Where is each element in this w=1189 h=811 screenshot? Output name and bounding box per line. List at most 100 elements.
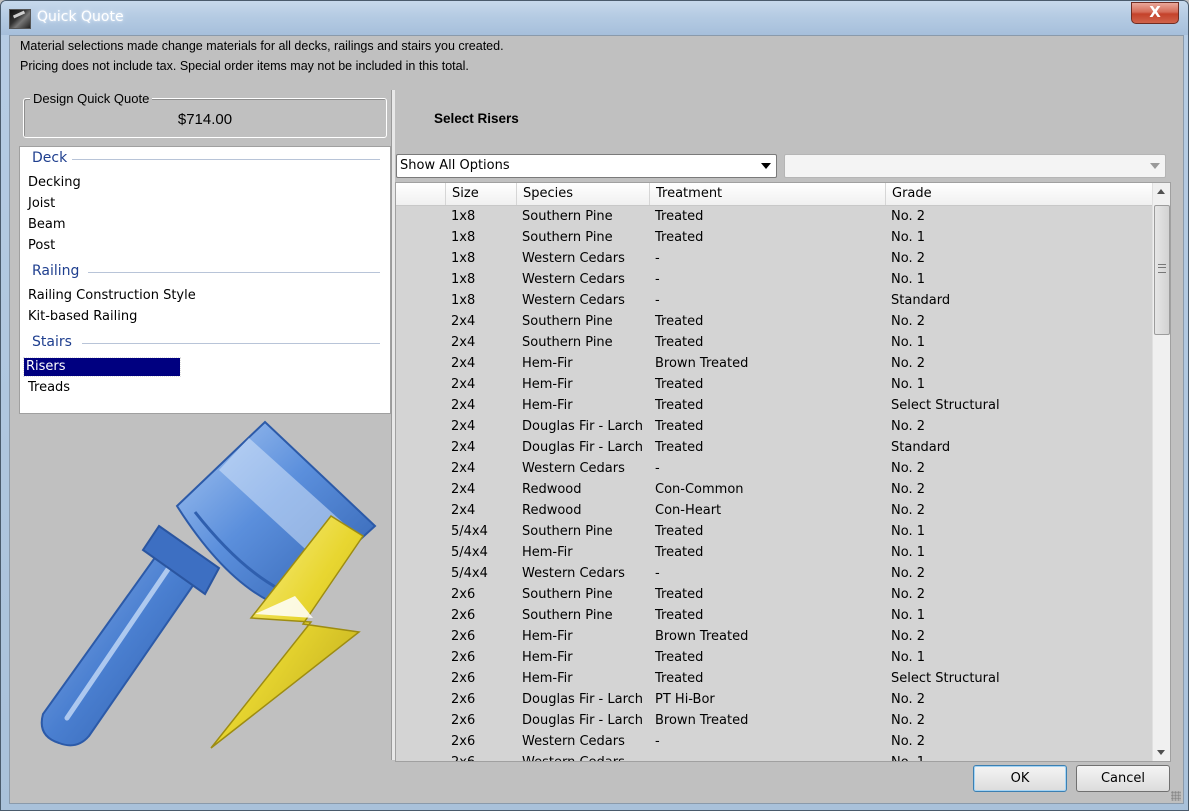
cell-treatment: - <box>655 293 660 308</box>
cell-species: Western Cedars <box>522 461 625 476</box>
nav-header-stairs: Stairs <box>32 334 72 350</box>
vertical-scrollbar[interactable] <box>1152 183 1170 761</box>
cell-grade: No. 1 <box>891 752 925 761</box>
filter-dropdown[interactable]: Show All Options <box>396 154 777 178</box>
grid-header: Size Species Treatment Grade <box>396 183 1153 206</box>
chevron-down-icon <box>1150 163 1160 169</box>
table-row[interactable]: 2x4 Hem-Fir Treated No. 1 <box>396 374 1153 395</box>
table-row[interactable]: 5/4x4 Southern Pine Treated No. 1 <box>396 521 1153 542</box>
cell-species: Hem-Fir <box>522 545 573 560</box>
table-row[interactable]: 1x8 Western Cedars - No. 2 <box>396 248 1153 269</box>
cell-treatment: Treated <box>655 650 704 665</box>
nav-item-post[interactable]: Post <box>26 237 57 255</box>
cell-species: Hem-Fir <box>522 356 573 371</box>
table-row[interactable]: 2x6 Hem-Fir Treated Select Structural <box>396 668 1153 689</box>
nav-divider <box>88 272 380 273</box>
quote-price: $714.00 <box>177 111 233 128</box>
table-row[interactable]: 2x6 Western Cedars - No. 1 <box>396 752 1153 761</box>
column-header-size[interactable]: Size <box>445 183 516 205</box>
chevron-down-icon <box>761 163 771 169</box>
cell-species: Redwood <box>522 482 582 497</box>
cell-species: Western Cedars <box>522 272 625 287</box>
table-row[interactable]: 2x4 Western Cedars - No. 2 <box>396 458 1153 479</box>
nav-header-deck: Deck <box>32 150 68 166</box>
quick-quote-window: Quick Quote X Material selections made c… <box>0 0 1189 811</box>
cell-grade: No. 2 <box>891 482 925 497</box>
table-row[interactable]: 2x4 Douglas Fir - Larch Treated Standard <box>396 437 1153 458</box>
nav-item-treads[interactable]: Treads <box>26 379 72 397</box>
paint-brush-icon <box>19 418 391 759</box>
cancel-button[interactable]: Cancel <box>1076 765 1170 792</box>
table-row[interactable]: 2x4 Redwood Con-Common No. 2 <box>396 479 1153 500</box>
table-row[interactable]: 5/4x4 Hem-Fir Treated No. 1 <box>396 542 1153 563</box>
table-row[interactable]: 2x6 Douglas Fir - Larch Brown Treated No. 2 <box>396 710 1153 731</box>
scroll-up-icon[interactable] <box>1157 189 1165 194</box>
nav-item-risers[interactable]: Risers <box>23 357 181 377</box>
ok-button[interactable]: OK <box>973 765 1067 792</box>
filter-dropdown-value: Show All Options <box>400 158 510 173</box>
cell-species: Western Cedars <box>522 734 625 749</box>
close-button[interactable]: X <box>1131 2 1179 24</box>
table-row[interactable]: 5/4x4 Western Cedars - No. 2 <box>396 563 1153 584</box>
cell-species: Douglas Fir - Larch <box>522 419 644 434</box>
table-row[interactable]: 2x4 Hem-Fir Brown Treated No. 2 <box>396 353 1153 374</box>
cell-grade: No. 1 <box>891 377 925 392</box>
table-row[interactable]: 2x4 Redwood Con-Heart No. 2 <box>396 500 1153 521</box>
nav-item-railing-construction-style[interactable]: Railing Construction Style <box>26 287 198 305</box>
cell-grade: No. 1 <box>891 272 925 287</box>
table-row[interactable]: 2x4 Southern Pine Treated No. 1 <box>396 332 1153 353</box>
cell-species: Hem-Fir <box>522 377 573 392</box>
table-row[interactable]: 2x4 Douglas Fir - Larch Treated No. 2 <box>396 416 1153 437</box>
cell-grade: No. 2 <box>891 251 925 266</box>
table-row[interactable]: 2x6 Douglas Fir - Larch PT Hi-Bor No. 2 <box>396 689 1153 710</box>
cell-size: 2x6 <box>451 671 476 686</box>
table-row[interactable]: 2x6 Southern Pine Treated No. 1 <box>396 605 1153 626</box>
nav-item-joist[interactable]: Joist <box>26 195 57 213</box>
table-row[interactable]: 1x8 Western Cedars - Standard <box>396 290 1153 311</box>
cell-treatment: PT Hi-Bor <box>655 692 715 707</box>
table-row[interactable]: 1x8 Southern Pine Treated No. 1 <box>396 227 1153 248</box>
cell-species: Southern Pine <box>522 608 613 623</box>
cell-species: Western Cedars <box>522 293 625 308</box>
cell-species: Southern Pine <box>522 587 613 602</box>
nav-item-beam[interactable]: Beam <box>26 216 68 234</box>
table-row[interactable]: 2x6 Hem-Fir Treated No. 1 <box>396 647 1153 668</box>
scrollbar-thumb[interactable] <box>1154 205 1170 335</box>
scroll-down-icon[interactable] <box>1157 750 1165 755</box>
title-bar[interactable]: Quick Quote X <box>1 1 1188 35</box>
column-header-species[interactable]: Species <box>516 183 649 205</box>
nav-divider <box>82 343 380 344</box>
cell-size: 2x6 <box>451 629 476 644</box>
table-row[interactable]: 1x8 Southern Pine Treated No. 2 <box>396 206 1153 227</box>
nav-item-kit-based-railing[interactable]: Kit-based Railing <box>26 308 139 326</box>
cell-treatment: Treated <box>655 419 704 434</box>
cell-grade: No. 1 <box>891 230 925 245</box>
cell-grade: No. 1 <box>891 335 925 350</box>
cell-treatment: Treated <box>655 314 704 329</box>
cell-grade: Standard <box>891 293 951 308</box>
table-row[interactable]: 2x6 Southern Pine Treated No. 2 <box>396 584 1153 605</box>
table-row[interactable]: 1x8 Western Cedars - No. 1 <box>396 269 1153 290</box>
cell-grade: No. 2 <box>891 713 925 728</box>
column-header-treatment[interactable]: Treatment <box>649 183 885 205</box>
cell-size: 2x6 <box>451 692 476 707</box>
resize-grip-icon[interactable] <box>1171 791 1181 801</box>
dialog-body: Material selections made change material… <box>9 35 1184 804</box>
table-row[interactable]: 2x4 Southern Pine Treated No. 2 <box>396 311 1153 332</box>
table-row[interactable]: 2x6 Western Cedars - No. 2 <box>396 731 1153 752</box>
cell-species: Southern Pine <box>522 524 613 539</box>
secondary-dropdown[interactable] <box>784 154 1166 178</box>
paint-brush-graphic <box>40 420 377 749</box>
table-row[interactable]: 2x6 Hem-Fir Brown Treated No. 2 <box>396 626 1153 647</box>
cell-species: Douglas Fir - Larch <box>522 692 644 707</box>
cell-size: 1x8 <box>451 230 476 245</box>
cell-treatment: - <box>655 566 660 581</box>
column-header-grade[interactable]: Grade <box>885 183 1154 205</box>
cell-grade: No. 2 <box>891 419 925 434</box>
nav-item-decking[interactable]: Decking <box>26 174 83 192</box>
cell-species: Western Cedars <box>522 251 625 266</box>
table-row[interactable]: 2x4 Hem-Fir Treated Select Structural <box>396 395 1153 416</box>
cell-treatment: Treated <box>655 377 704 392</box>
cell-grade: Standard <box>891 440 951 455</box>
cell-grade: No. 1 <box>891 524 925 539</box>
